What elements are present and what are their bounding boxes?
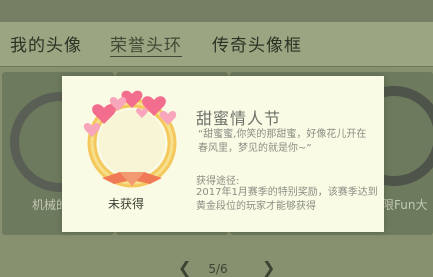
frame-card-name: 限Fun大 <box>382 198 428 212</box>
obtain-method-label: 获得途径: <box>196 176 240 187</box>
tab-my-avatar[interactable]: 我的头像 <box>10 31 82 56</box>
obtain-method-desc: 2017年1月赛季的特别奖励，该赛季达到黄金段位的玩家才能够获得 <box>196 187 378 212</box>
chevron-right-icon[interactable]: ❯ <box>262 260 275 276</box>
frame-quote: “甜蜜蜜,你笑的那甜蜜，好像花儿开在春风里，梦见的就是你~” <box>198 129 367 154</box>
pager: ❮ 5/6 ❯ <box>0 258 433 277</box>
tab-honor-ring[interactable]: 荣誉头环 <box>110 31 182 56</box>
tab-legend-frame[interactable]: 传奇头像框 <box>212 31 302 56</box>
heart-frame-icon <box>80 86 184 190</box>
tab-bar: 我的头像 荣誉头环 传奇头像框 <box>0 22 433 66</box>
obtain-status: 未获得 <box>108 197 145 211</box>
page-indicator: 5/6 <box>208 262 228 276</box>
chevron-left-icon[interactable]: ❮ <box>178 260 191 276</box>
frame-detail-dialog[interactable]: 未获得 甜蜜情人节 “甜蜜蜜,你笑的那甜蜜，好像花儿开在春风里，梦见的就是你~”… <box>62 76 384 232</box>
tab-divider <box>0 66 433 67</box>
frame-title: 甜蜜情人节 <box>196 109 282 128</box>
top-bar <box>0 0 433 22</box>
